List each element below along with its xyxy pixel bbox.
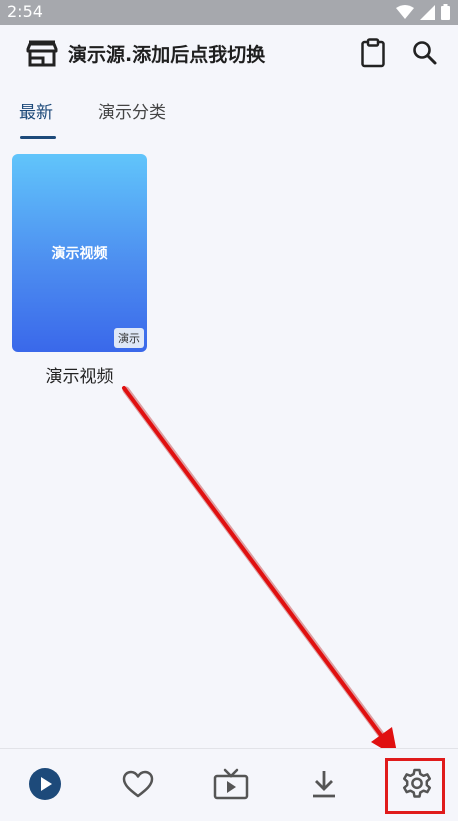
annotation-arrow [122, 386, 398, 758]
play-circle-icon [29, 768, 61, 800]
download-icon [313, 771, 335, 798]
nav-home[interactable] [15, 749, 75, 819]
tv-icon [213, 768, 249, 800]
heart-icon [122, 770, 154, 798]
nav-downloads[interactable] [294, 749, 354, 819]
settings-highlight-box [385, 758, 445, 814]
nav-favorites[interactable] [108, 749, 168, 819]
nav-live-tv[interactable] [201, 749, 261, 819]
